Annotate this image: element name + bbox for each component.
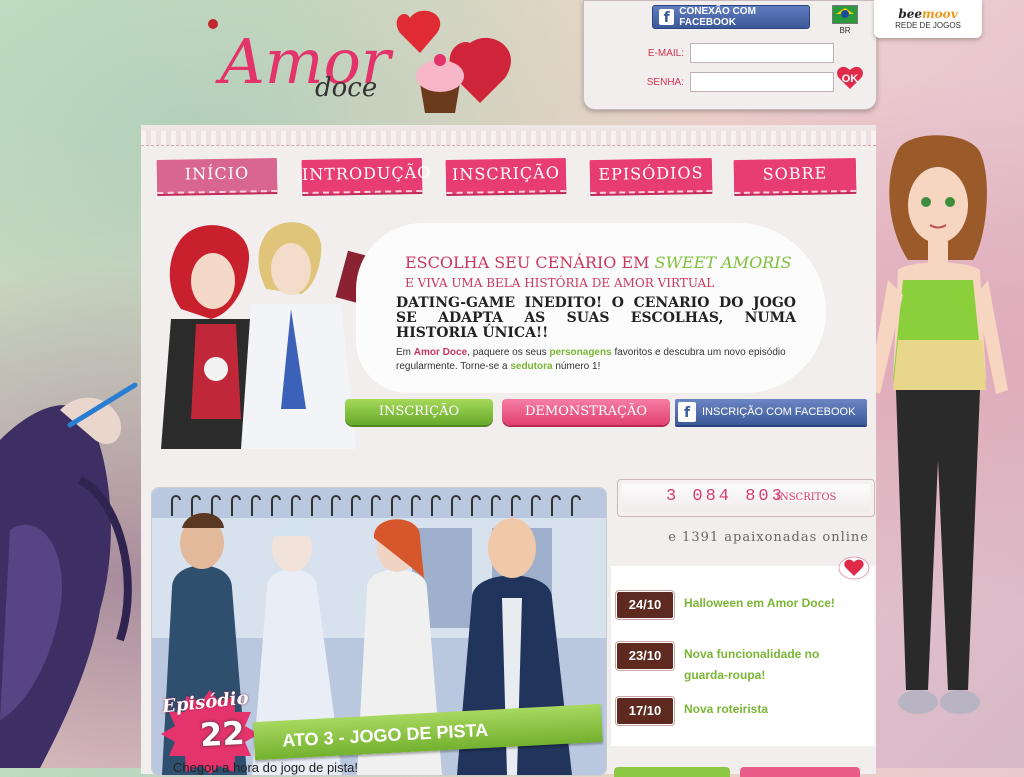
nav-tab-introducao[interactable]: INTRODUÇÃO (301, 157, 432, 195)
news-date: 23/10 (616, 642, 674, 670)
news-date: 24/10 (616, 591, 674, 619)
facebook-icon: f (659, 9, 675, 26)
main-panel: INÍCIO INTRODUÇÃO INSCRIÇÃO EPISÓDIOS SO… (141, 125, 876, 777)
intro-description: Em Amor Doce, paquere os seus personagen… (396, 347, 786, 372)
logo-sub: doce (315, 73, 377, 103)
ok-label: OK (841, 73, 859, 85)
password-row: SENHA: (614, 72, 834, 92)
brazil-flag-icon (832, 5, 858, 24)
password-field[interactable] (690, 72, 834, 92)
beemoov-network-link[interactable]: beemoov REDE DE JOGOS (874, 0, 982, 38)
facebook-signup-label: INSCRIÇÃO COM FACEBOOK (702, 406, 856, 418)
nav-tab-inscricao[interactable]: INSCRIÇÃO (445, 157, 567, 195)
news-date: 17/10 (616, 697, 674, 725)
news-link[interactable]: Nova funcionalidade no guarda-roupa! (684, 644, 862, 686)
online-count: e 1391 apaixonadas online (668, 530, 869, 545)
news-link[interactable]: Nova roteirista (684, 699, 862, 720)
password-label: SENHA: (646, 76, 684, 88)
nav-tab-sobre[interactable]: SOBRE (733, 157, 857, 195)
intro-headline: DATING-GAME INEDITO! O CENARIO DO JOGO S… (396, 295, 796, 341)
subscriber-count: 3 084 803 (666, 487, 785, 506)
demo-button[interactable]: DEMONSTRAÇÃO (502, 399, 670, 425)
email-row: E-MAIL: (614, 43, 834, 63)
nav-tab-inicio[interactable]: INÍCIO (156, 157, 278, 195)
news-item[interactable]: 24/10 Halloween em Amor Doce! (616, 591, 862, 619)
bottom-signup-button[interactable] (614, 767, 730, 777)
email-field[interactable] (690, 43, 834, 63)
signup-button[interactable]: INSCRIÇÃO (345, 399, 493, 425)
panel-lace-border (141, 131, 876, 146)
news-item[interactable]: 23/10 Nova funcionalidade no guarda-roup… (616, 642, 862, 686)
intro-subtitle: E VIVA UMA BELA HISTÓRIA DE AMOR VIRTUAL (405, 276, 715, 290)
bottom-demo-button[interactable] (740, 767, 860, 777)
facebook-connect-button[interactable]: f CONEXÃO COM FACEBOOK (652, 5, 810, 29)
bottom-buttons (611, 767, 867, 777)
character-girl-illustration (868, 135, 1008, 714)
notebook-rings (171, 495, 581, 516)
heart-icon (838, 556, 870, 580)
amor-doce-logo[interactable]: Amor doce (205, 8, 535, 118)
language-label: BR (839, 26, 851, 35)
language-selector[interactable]: BR (830, 5, 860, 39)
subscriber-counter: 3 084 803 INSCRITOS (617, 479, 875, 517)
facebook-icon: f (678, 402, 696, 422)
decorative-character-left (0, 382, 138, 768)
news-link[interactable]: Halloween em Amor Doce! (684, 593, 862, 614)
news-item[interactable]: 17/10 Nova roteirista (616, 697, 862, 725)
main-nav: INÍCIO INTRODUÇÃO INSCRIÇÃO EPISÓDIOS SO… (154, 157, 864, 199)
intro-title: ESCOLHA SEU CENÁRIO EM SWEET AMORIS (405, 253, 792, 272)
nav-tab-episodios[interactable]: EPISÓDIOS (589, 157, 713, 195)
episode-card[interactable]: ATO 3 - JOGO DE PISTA Episódio 22 (151, 487, 607, 776)
subscriber-label: INSCRITOS (776, 492, 837, 503)
email-label: E-MAIL: (647, 47, 684, 59)
beemoov-brand: beemoov (898, 7, 958, 21)
facebook-signup-button[interactable]: f INSCRIÇÃO COM FACEBOOK (675, 399, 867, 425)
episode-number: 22 (199, 713, 246, 755)
facebook-connect-label: CONEXÃO COM FACEBOOK (679, 6, 756, 28)
login-ok-button[interactable]: OK (836, 66, 864, 91)
network-label: REDE DE JOGOS (895, 21, 961, 30)
